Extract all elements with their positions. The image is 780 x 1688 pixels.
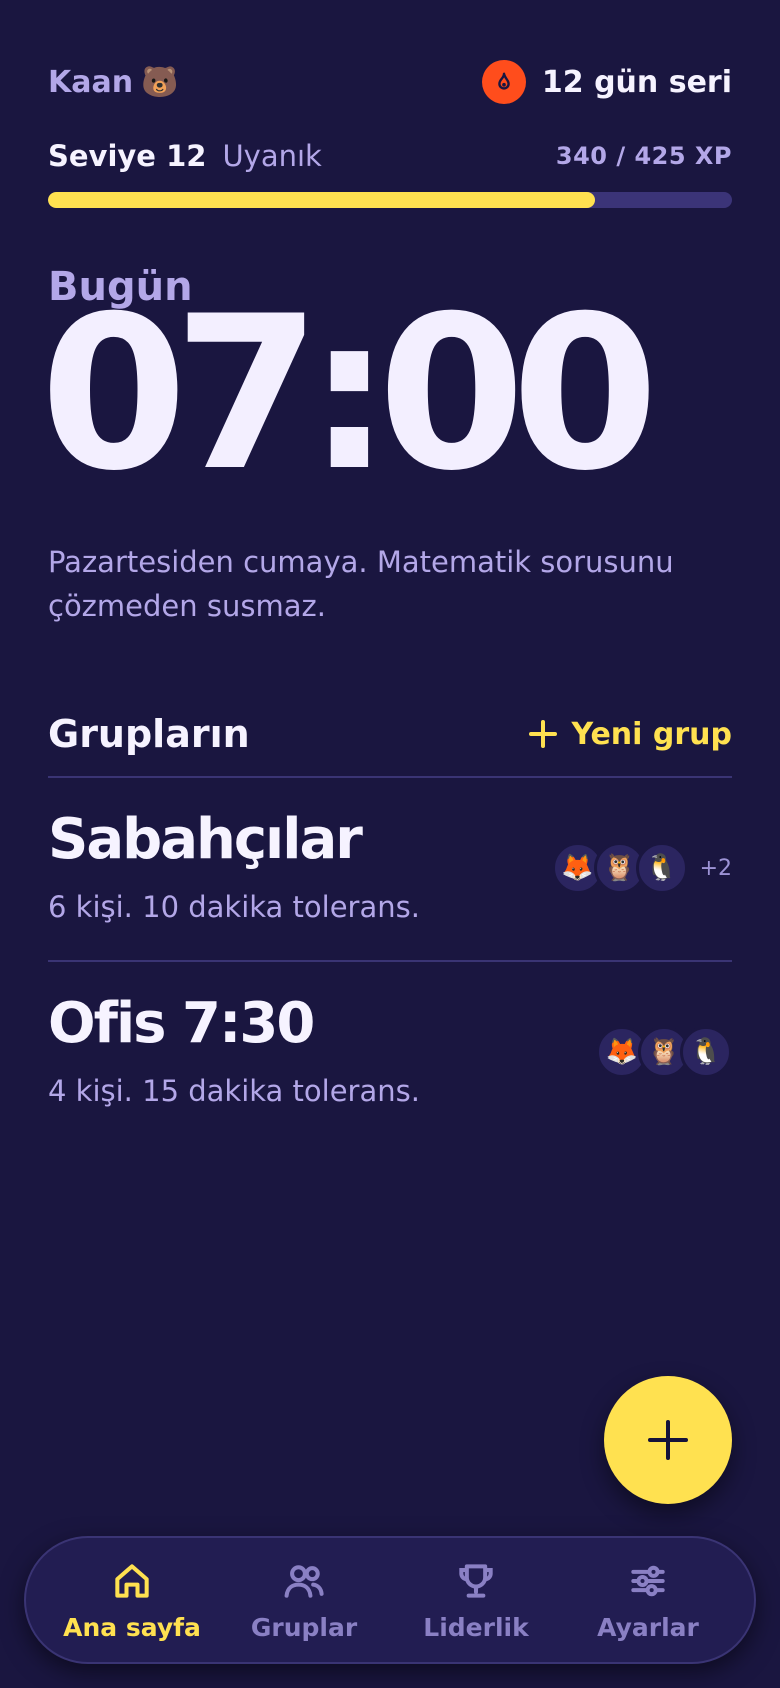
nav-label: Gruplar <box>250 1612 358 1642</box>
alarm-time[interactable]: 07:00 <box>40 288 659 500</box>
nav-item-leaderboard[interactable]: Liderlik <box>396 1559 556 1642</box>
user-profile[interactable]: Kaan 🐻 <box>48 65 178 100</box>
group-card-sabahcilar[interactable]: Sabahçılar 6 kişi. 10 dakika tolerans. 🦊… <box>48 812 732 942</box>
nav-item-settings[interactable]: Ayarlar <box>568 1559 728 1642</box>
xp-progress-fill <box>48 192 596 208</box>
alarm-description: Pazartesiden cumaya. Matematik sorusunu … <box>48 545 674 623</box>
add-alarm-button[interactable] <box>604 1376 732 1504</box>
group-avatars: 🦊 🦉 🐧 +2 <box>551 842 732 894</box>
nav-label: Ana sayfa <box>63 1612 201 1642</box>
user-avatar-emoji: 🐻 <box>141 64 179 100</box>
penguin-avatar: 🐧 <box>635 842 688 894</box>
group-meta: 4 kişi. 15 dakika tolerans. <box>48 1074 420 1108</box>
plus-icon <box>529 720 558 748</box>
divider <box>48 960 732 962</box>
level-row: Seviye 12 Uyanık 340 / 425 XP <box>48 136 732 176</box>
groups-title: Grupların <box>48 712 250 756</box>
level-title: Uyanık <box>222 139 322 173</box>
nav-label: Liderlik <box>423 1612 529 1642</box>
xp-progress-bar <box>48 192 732 208</box>
group-card-ofis-730[interactable]: Ofis 7:30 4 kişi. 15 dakika tolerans. 🦊 … <box>48 996 732 1126</box>
sliders-icon <box>631 1565 665 1596</box>
bottom-nav: Ana sayfa Gruplar Liderlik Ayarlar <box>24 1536 756 1664</box>
level-name: Seviye 12 <box>48 139 207 173</box>
new-group-button[interactable]: Yeni grup <box>529 717 732 752</box>
user-name: Kaan <box>48 64 134 100</box>
users-icon <box>284 1564 324 1598</box>
xp-counter: 340 / 425 XP <box>555 142 732 170</box>
group-avatars: 🦊 🦉 🐧 <box>596 1026 732 1078</box>
nav-label: Ayarlar <box>597 1612 699 1642</box>
more-members-count: +2 <box>699 855 732 881</box>
penguin-avatar: 🐧 <box>680 1026 732 1078</box>
new-group-label: Yeni grup <box>571 716 732 752</box>
streak-badge[interactable]: 12 gün seri <box>481 60 732 104</box>
streak-label: 12 gün seri <box>541 64 732 100</box>
nav-item-groups[interactable]: Gruplar <box>224 1559 384 1642</box>
trophy-icon <box>459 1563 493 1598</box>
home-icon <box>115 1563 149 1598</box>
top-bar: Kaan 🐻 12 gün seri <box>48 58 732 106</box>
flame-icon <box>481 60 526 104</box>
plus-icon <box>648 1420 688 1460</box>
divider <box>48 776 732 778</box>
nav-item-home[interactable]: Ana sayfa <box>52 1559 212 1642</box>
groups-header: Grupların Yeni grup <box>48 706 732 762</box>
home-screen: Kaan 🐻 12 gün seri Seviye 12 Uyanık 340 … <box>0 0 780 1688</box>
group-meta: 6 kişi. 10 dakika tolerans. <box>48 890 420 924</box>
